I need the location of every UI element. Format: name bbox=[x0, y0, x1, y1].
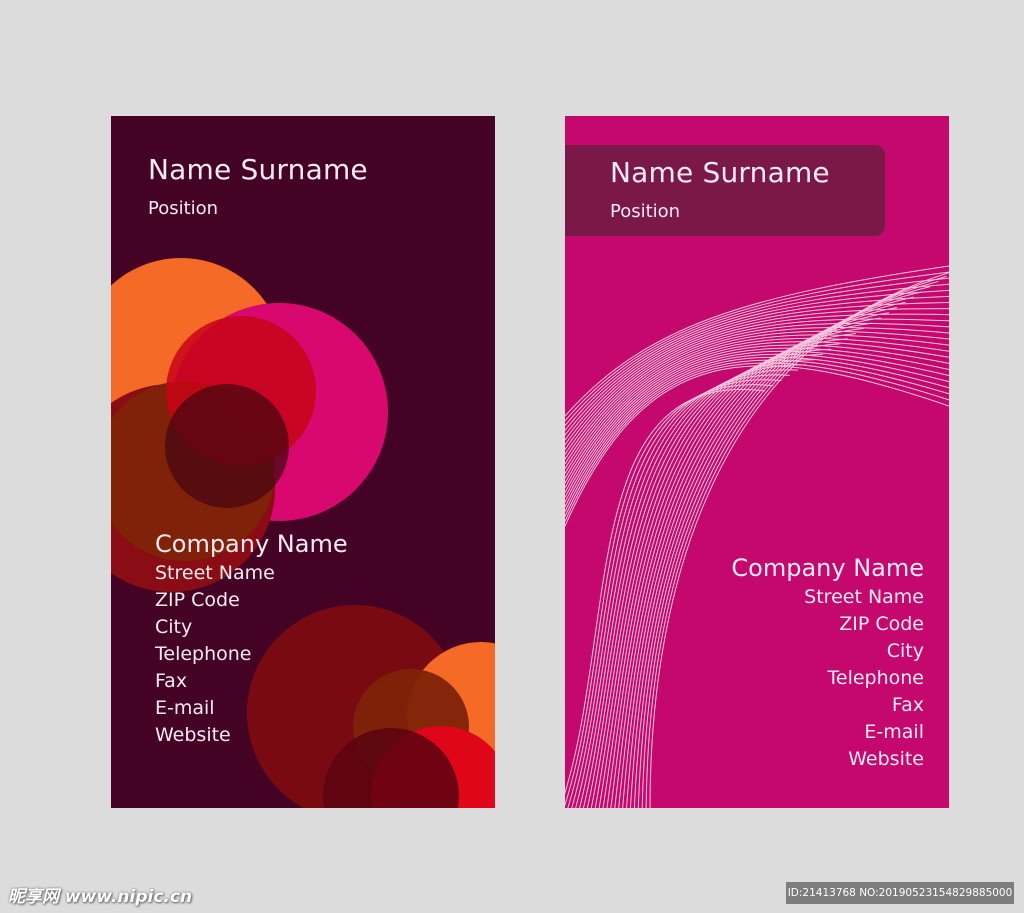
overlap-circle bbox=[165, 384, 289, 508]
person-position: Position bbox=[610, 201, 681, 222]
wave-line bbox=[565, 353, 949, 508]
email: E-mail bbox=[864, 721, 924, 743]
person-name: Name Surname bbox=[610, 156, 830, 189]
email: E-mail bbox=[155, 697, 215, 719]
website: Website bbox=[848, 748, 924, 770]
business-card-front: Name Surname Position Company Name Stree… bbox=[111, 116, 495, 808]
person-position: Position bbox=[148, 198, 219, 219]
zip-code: ZIP Code bbox=[155, 589, 240, 611]
business-card-back: Name Surname Position Company Name Stree… bbox=[565, 116, 949, 808]
website: Website bbox=[155, 724, 231, 746]
person-name: Name Surname bbox=[148, 153, 368, 186]
city: City bbox=[886, 640, 924, 662]
site-watermark: 昵享网 www.nipic.cn bbox=[8, 887, 193, 907]
company-name: Company Name bbox=[731, 554, 924, 582]
company-name: Company Name bbox=[155, 530, 348, 558]
image-id-watermark: ID:21413768 NO:20190523154829885000 bbox=[786, 882, 1014, 904]
city: City bbox=[155, 616, 193, 638]
canvas: Name Surname Position Company Name Stree… bbox=[0, 0, 1024, 913]
wave-line bbox=[565, 318, 949, 460]
telephone: Telephone bbox=[827, 667, 925, 689]
street-name: Street Name bbox=[804, 586, 924, 608]
zip-code: ZIP Code bbox=[839, 613, 924, 635]
fax: Fax bbox=[891, 694, 924, 716]
street-name: Street Name bbox=[155, 562, 275, 584]
telephone: Telephone bbox=[155, 643, 252, 665]
fax: Fax bbox=[155, 670, 188, 692]
